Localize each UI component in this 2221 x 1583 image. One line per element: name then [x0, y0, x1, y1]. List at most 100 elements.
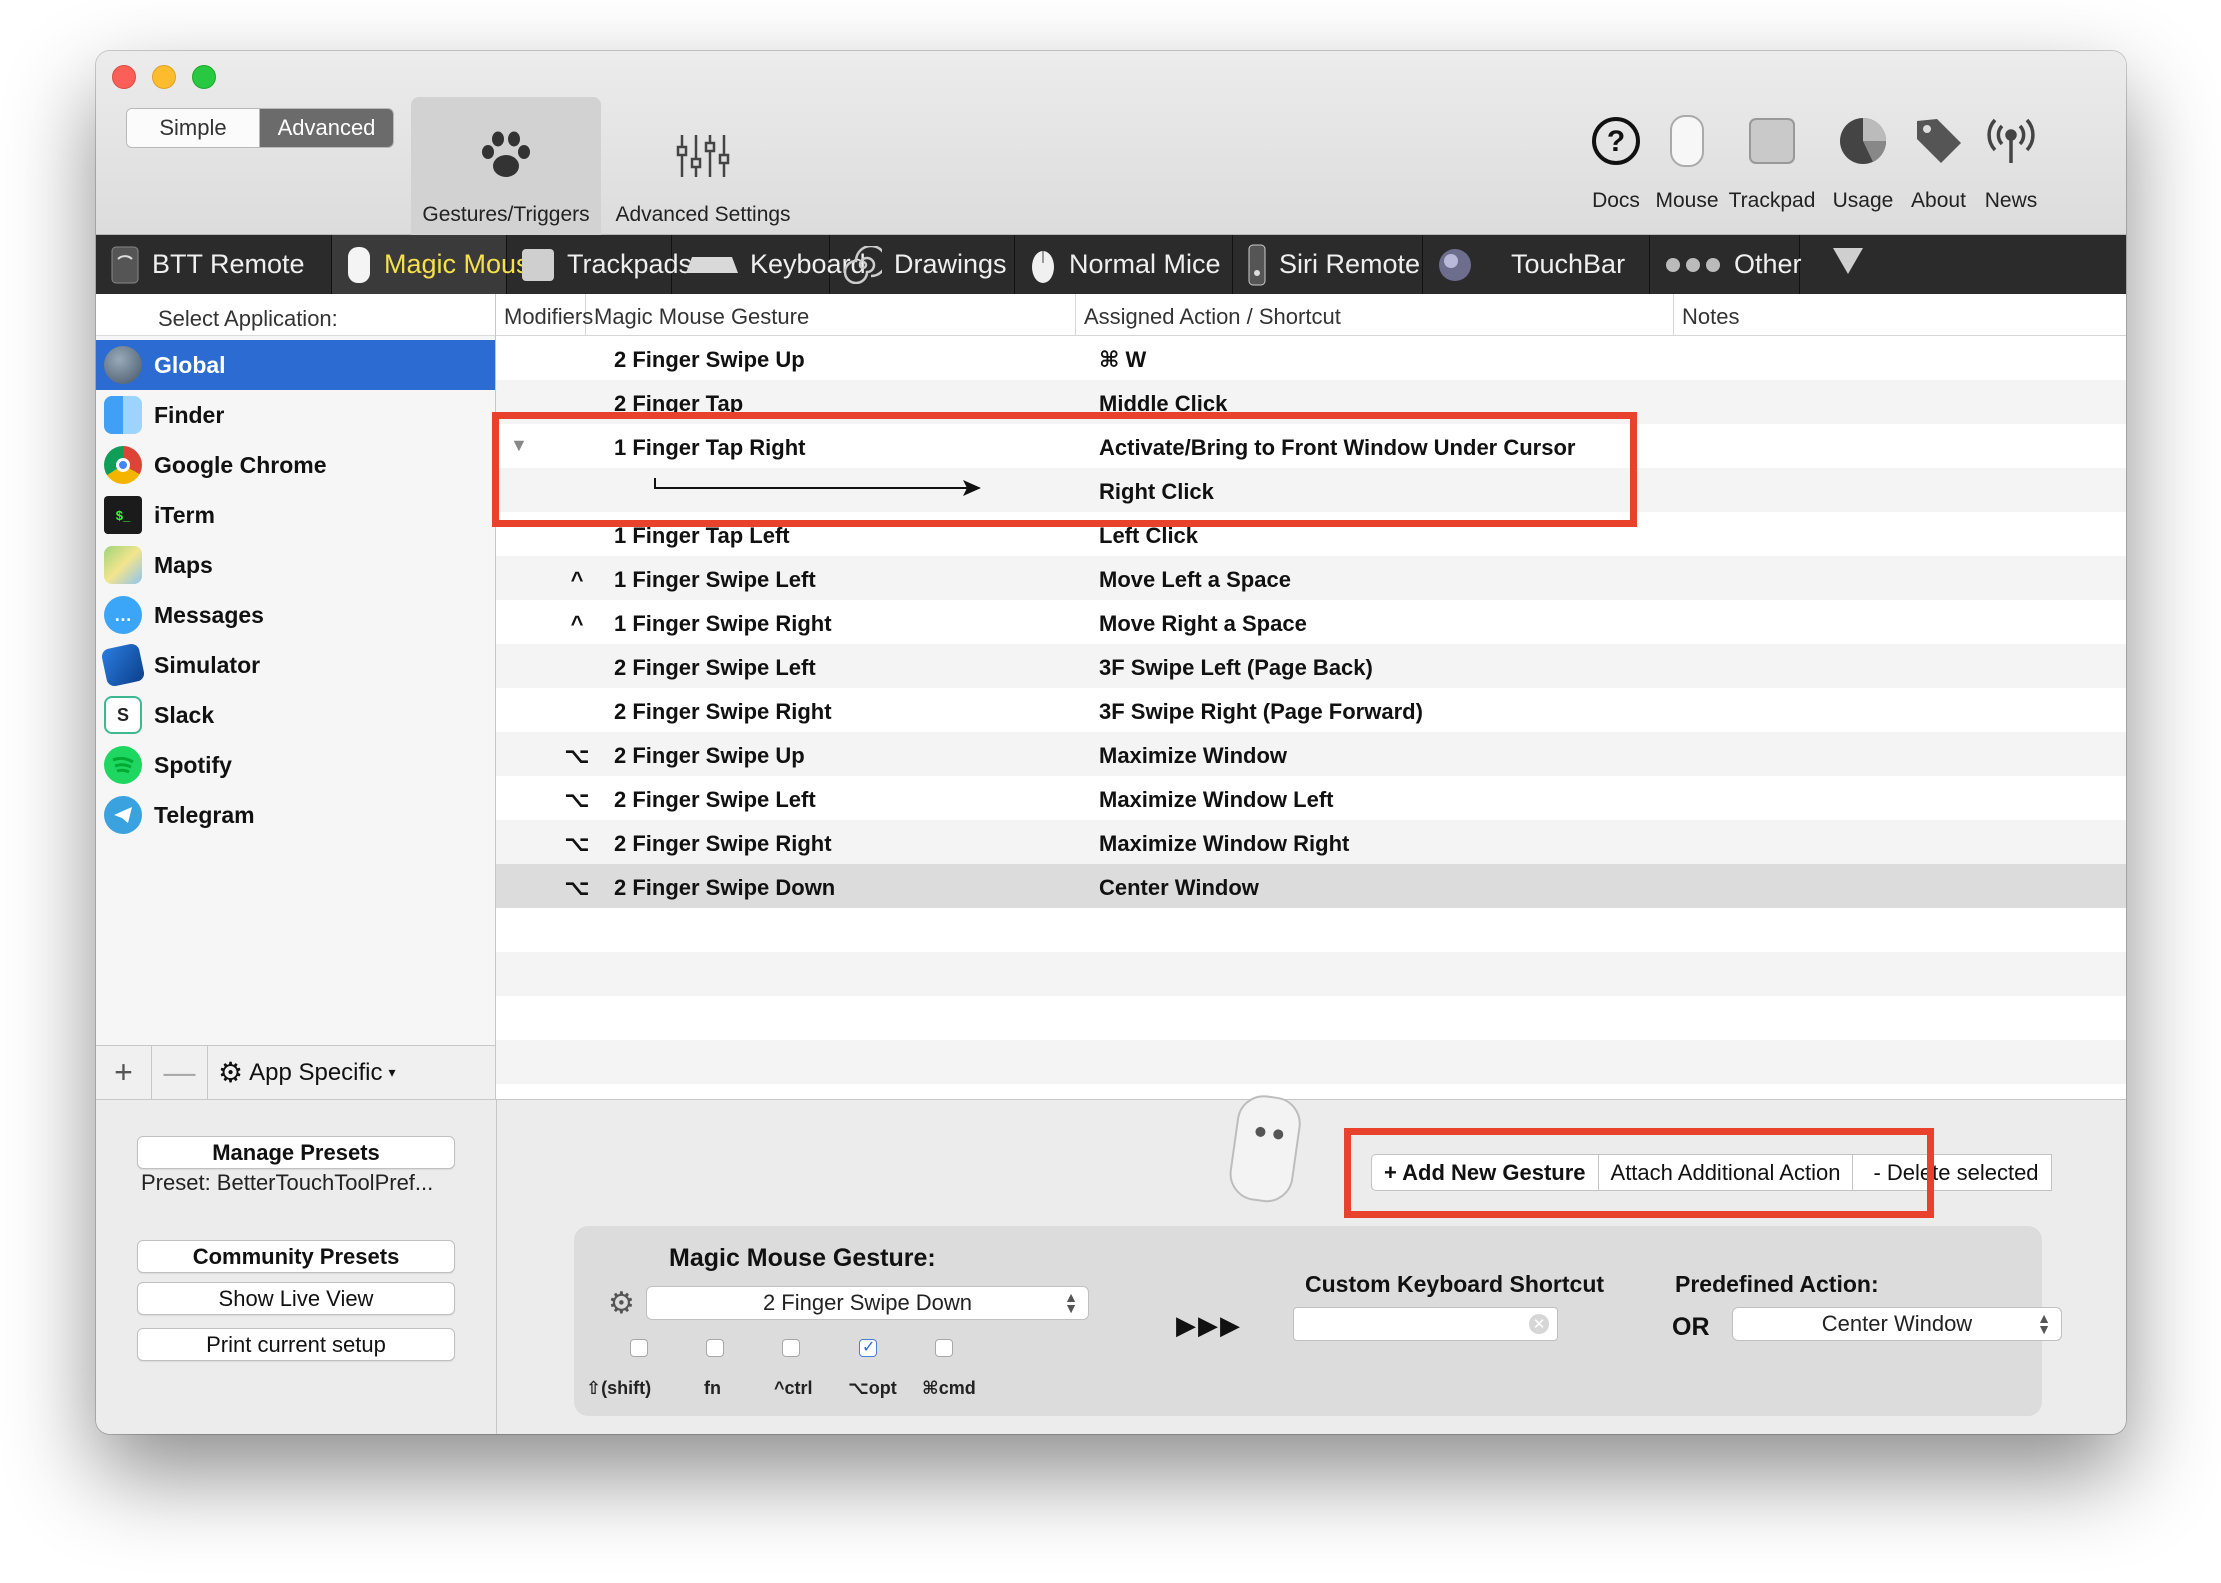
magic-mouse-illustration — [1222, 1091, 1312, 1214]
app-item-google-chrome[interactable]: Google Chrome — [96, 440, 495, 490]
trackpad-button[interactable]: Trackpad — [1722, 111, 1822, 231]
print-setup-button[interactable]: Print current setup — [137, 1328, 455, 1361]
col-action[interactable]: Assigned Action / Shortcut — [1076, 294, 1674, 335]
opt-checkbox[interactable] — [859, 1337, 877, 1357]
about-button[interactable]: About — [1901, 111, 1976, 231]
mouse-label: Mouse — [1655, 189, 1719, 212]
table-row[interactable]: ⌥ 2 Finger Swipe Right Maximize Window R… — [496, 820, 2126, 864]
device-tab-magic-mouse[interactable]: Magic Mouse — [332, 235, 545, 294]
usage-label: Usage — [1832, 189, 1894, 212]
col-modifiers[interactable]: Modifiers — [496, 294, 593, 335]
app-item-iterm[interactable]: $_ iTerm — [96, 490, 495, 540]
table-row[interactable]: ⌥ 2 Finger Swipe Up Maximize Window — [496, 732, 2126, 776]
device-tab-normal-mice[interactable]: Normal Mice — [1015, 235, 1233, 294]
paw-icon — [471, 121, 541, 191]
device-tab-bar: BTT Remote Magic Mouse Trackpads Keyboar… — [96, 235, 2126, 294]
table-row-selected[interactable]: ⌥ 2 Finger Swipe Down Center Window — [496, 864, 2126, 908]
app-specific-menu[interactable]: ⚙ App Specific ▾ — [208, 1056, 396, 1089]
app-item-slack[interactable]: S Slack — [96, 690, 495, 740]
table-header: Modifiers Magic Mouse Gesture Assigned A… — [496, 294, 2126, 336]
chrome-icon — [104, 446, 142, 484]
device-tab-siri-remote[interactable]: Siri Remote — [1233, 235, 1423, 294]
help-icon: ? — [1586, 111, 1646, 171]
gear-icon[interactable]: ⚙ — [608, 1286, 635, 1321]
close-button[interactable] — [112, 65, 136, 89]
toolbar: Simple Advanced Gestures/Triggers Advanc… — [96, 51, 2126, 235]
advanced-mode-button[interactable]: Advanced — [260, 109, 393, 147]
normal-mouse-icon — [1029, 245, 1057, 285]
ctrl-checkbox[interactable] — [782, 1339, 800, 1357]
trackpad-label: Trackpad — [1728, 189, 1816, 212]
shortcut-recorder-field[interactable]: ✕ — [1293, 1307, 1558, 1341]
or-label: OR — [1672, 1313, 1710, 1341]
device-tab-drawings[interactable]: Drawings — [830, 235, 1015, 294]
mouse-button[interactable]: Mouse — [1642, 111, 1732, 231]
table-row[interactable]: ⌥ 2 Finger Swipe Left Maximize Window Le… — [496, 776, 2126, 820]
predefined-action-label: Predefined Action: — [1675, 1271, 1879, 1297]
app-item-spotify[interactable]: Spotify — [96, 740, 495, 790]
mouse-icon — [1657, 111, 1717, 171]
app-item-telegram[interactable]: Telegram — [96, 790, 495, 840]
tag-icon — [1909, 111, 1969, 171]
cmd-label: ⌘cmd — [922, 1378, 976, 1398]
show-live-view-button[interactable]: Show Live View — [137, 1282, 455, 1315]
app-item-maps[interactable]: Maps — [96, 540, 495, 590]
table-row[interactable]: ^ 1 Finger Swipe Left Move Left a Space — [496, 556, 2126, 600]
community-presets-button[interactable]: Community Presets — [137, 1240, 455, 1273]
shift-checkbox[interactable] — [630, 1339, 648, 1357]
touchbar-icon — [1437, 247, 1473, 283]
tab-advanced-settings[interactable]: Advanced Settings — [608, 97, 798, 235]
maps-icon — [104, 546, 142, 584]
gesture-editor-panel: Magic Mouse Gesture: ⚙ 2 Finger Swipe Do… — [574, 1226, 2062, 1416]
messages-icon: … — [104, 596, 142, 634]
sidebar-footer: + — ⚙ App Specific ▾ — [96, 1045, 495, 1100]
simple-mode-button[interactable]: Simple — [127, 109, 260, 147]
updown-chevron-icon: ▲ ▼ — [1064, 1289, 1078, 1316]
col-gesture[interactable]: Magic Mouse Gesture — [586, 294, 1076, 335]
empty-row — [496, 952, 2126, 996]
table-row[interactable]: 2 Finger Swipe Left 3F Swipe Left (Page … — [496, 644, 2126, 688]
cmd-checkbox[interactable] — [935, 1339, 953, 1357]
table-row[interactable]: 2 Finger Swipe Right 3F Swipe Right (Pag… — [496, 688, 2126, 732]
tab-gestures-triggers[interactable]: Gestures/Triggers — [411, 97, 601, 235]
gesture-select[interactable]: 2 Finger Swipe Down ▲ ▼ — [646, 1286, 1089, 1320]
remove-app-button[interactable]: — — [152, 1045, 208, 1100]
updown-chevron-icon: ▲ ▼ — [2037, 1310, 2051, 1337]
app-item-finder[interactable]: Finder — [96, 390, 495, 440]
select-application-header: Select Application: — [96, 294, 495, 336]
table-row[interactable]: 2 Finger Swipe Up ⌘ W — [496, 336, 2126, 380]
app-item-simulator[interactable]: Simulator — [96, 640, 495, 690]
predefined-action-select[interactable]: Center Window ▲ ▼ — [1732, 1307, 2062, 1341]
device-more-dropdown[interactable] — [1800, 235, 1896, 294]
gear-icon: ⚙ — [218, 1057, 244, 1088]
device-tab-trackpads[interactable]: Trackpads — [507, 235, 692, 294]
divider — [496, 1100, 497, 1434]
zoom-button[interactable] — [192, 65, 216, 89]
app-sidebar: Select Application: Global Finder Google… — [96, 294, 496, 1100]
device-tab-touchbar[interactable]: TouchBar — [1423, 235, 1650, 294]
device-tab-other[interactable]: Other — [1650, 235, 1802, 294]
opt-label: ⌥opt — [848, 1378, 897, 1398]
empty-row — [496, 1040, 2126, 1084]
sliders-icon — [668, 121, 738, 191]
manage-presets-button[interactable]: Manage Presets — [137, 1136, 455, 1169]
col-notes[interactable]: Notes — [1674, 294, 2124, 335]
terminal-icon: $_ — [104, 496, 142, 534]
highlight-box-action-buttons — [1344, 1128, 1934, 1218]
add-app-button[interactable]: + — [96, 1045, 152, 1100]
about-label: About — [1911, 189, 1966, 212]
fn-checkbox[interactable] — [706, 1339, 724, 1357]
minimize-button[interactable] — [152, 65, 176, 89]
trackpad-icon — [1742, 111, 1802, 171]
device-tab-btt-remote[interactable]: BTT Remote — [96, 235, 332, 294]
app-item-messages[interactable]: … Messages — [96, 590, 495, 640]
arrows-icon: ▶▶▶ — [1176, 1310, 1242, 1340]
custom-shortcut-label: Custom Keyboard Shortcut — [1305, 1271, 1605, 1297]
news-button[interactable]: News — [1976, 111, 2046, 231]
device-tab-keyboard[interactable]: Keyboard — [672, 235, 866, 294]
app-item-global[interactable]: Global — [96, 340, 495, 390]
clear-icon[interactable]: ✕ — [1529, 1314, 1549, 1334]
app-window: Simple Advanced Gestures/Triggers Advanc… — [96, 51, 2126, 1434]
table-row[interactable]: ^ 1 Finger Swipe Right Move Right a Spac… — [496, 600, 2126, 644]
usage-button[interactable]: Usage — [1823, 111, 1903, 231]
